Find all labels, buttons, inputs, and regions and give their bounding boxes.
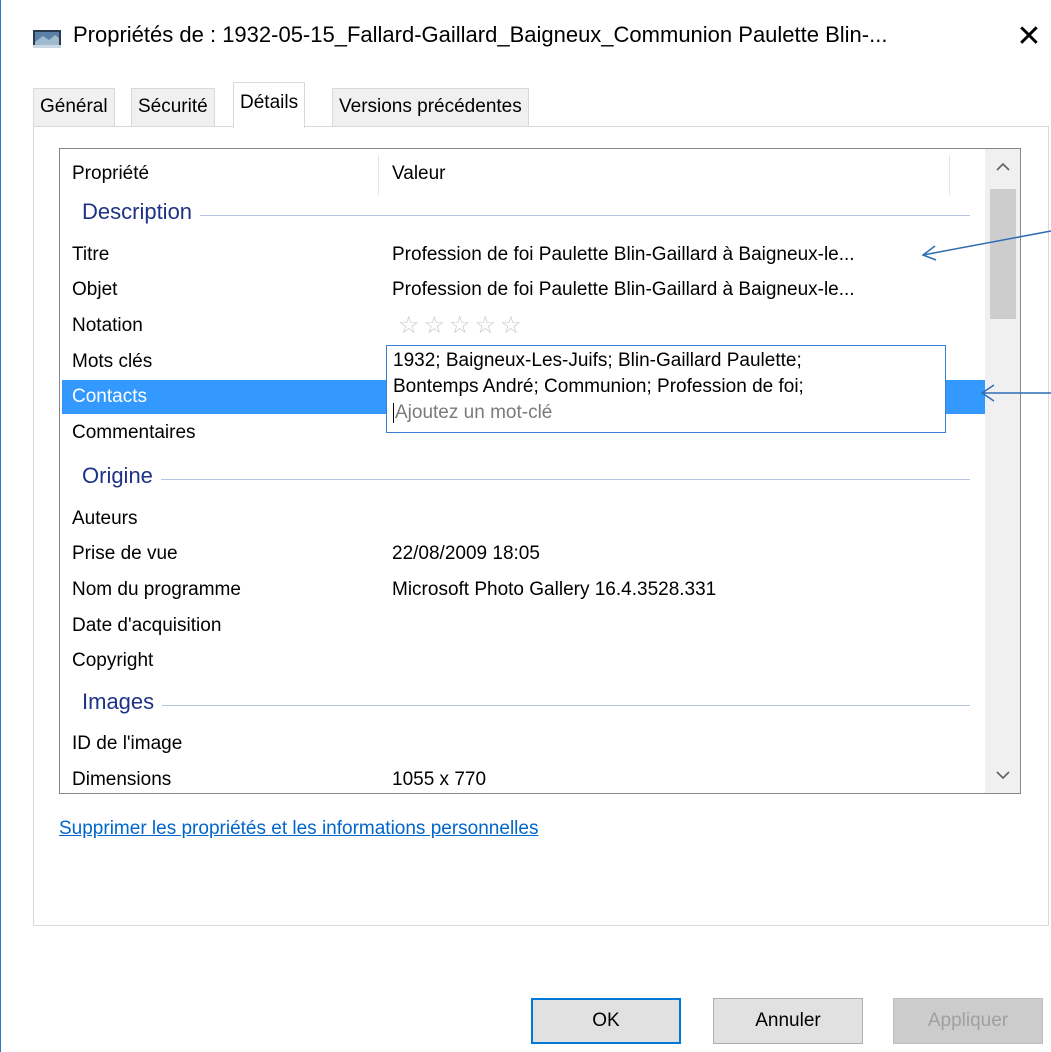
group-divider [82,215,970,216]
tab-security[interactable]: Sécurité [131,88,215,126]
property-name: Nom du programme [72,579,241,600]
chevron-down-icon [995,771,1010,780]
column-property[interactable]: Propriété [60,149,378,199]
group-label: Images [82,689,163,715]
property-name: ID de l'image [72,733,183,754]
row-acquisition-date[interactable]: Date d'acquisition [62,609,985,643]
column-header: Propriété Valeur [60,149,985,199]
apply-button: Appliquer [893,998,1043,1044]
row-subject[interactable]: Objet Profession de foi Paulette Blin-Ga… [62,273,985,307]
row-title[interactable]: Titre Profession de foi Paulette Blin-Ga… [62,238,985,272]
row-authors[interactable]: Auteurs [62,502,985,536]
row-dimensions[interactable]: Dimensions 1055 x 770 [62,763,985,793]
star-rating[interactable]: ☆☆☆☆☆ [398,309,526,343]
photo-file-icon [33,30,61,48]
property-value[interactable]: Microsoft Photo Gallery 16.4.3528.331 [392,573,716,607]
close-button[interactable]: ✕ [1011,18,1047,58]
keyword-placeholder: Ajoutez un mot-clé [395,402,553,423]
keyword-line: Bontemps André; Communion; Profession de… [393,376,804,397]
keywords-editor[interactable]: 1932; Baigneux-Les-Juifs; Blin-Gaillard … [386,345,946,433]
remove-properties-link[interactable]: Supprimer les propriétés et les informat… [59,818,538,840]
text-caret [393,402,394,423]
ok-button[interactable]: OK [531,998,681,1044]
tab-details[interactable]: Détails [233,82,306,128]
column-divider[interactable] [378,155,379,195]
property-name: Prise de vue [72,543,178,564]
properties-dialog: Propriétés de : 1932-05-15_Fallard-Gaill… [0,0,1051,1052]
group-origin: Origine [60,463,985,497]
group-description: Description [60,199,985,233]
row-copyright[interactable]: Copyright [62,644,985,678]
property-name: Auteurs [72,508,138,529]
group-images: Images [60,689,985,723]
column-divider[interactable] [949,155,950,195]
property-name: Notation [72,315,143,336]
keyword-line: 1932; Baigneux-Les-Juifs; Blin-Gaillard … [393,350,802,371]
property-name: Copyright [72,650,154,671]
property-name: Date d'acquisition [72,615,222,636]
window-title: Propriétés de : 1932-05-15_Fallard-Gaill… [73,22,888,47]
property-value[interactable]: 1055 x 770 [392,763,486,793]
column-value[interactable]: Valeur [380,149,950,199]
group-divider [82,705,970,706]
title-bar[interactable]: Propriétés de : 1932-05-15_Fallard-Gaill… [1,0,1051,76]
property-name: Objet [72,279,118,300]
property-name: Titre [72,244,110,265]
tab-general[interactable]: Général [33,88,115,126]
chevron-up-icon [995,162,1010,171]
property-name: Mots clés [72,351,153,372]
properties-list[interactable]: Propriété Valeur Description Titre Profe… [59,148,1021,794]
property-value[interactable]: Profession de foi Paulette Blin-Gaillard… [392,238,855,272]
scroll-up-button[interactable] [985,149,1020,185]
annotation-arrow-icon [921,230,1051,261]
cancel-button[interactable]: Annuler [713,998,863,1044]
close-icon: ✕ [1016,20,1042,53]
group-label: Origine [82,463,161,489]
property-value[interactable]: 22/08/2009 18:05 [392,537,540,571]
group-label: Description [82,199,201,225]
row-rating[interactable]: Notation ☆☆☆☆☆ [62,309,985,343]
row-image-id[interactable]: ID de l'image [62,727,985,761]
scroll-down-button[interactable] [985,757,1020,793]
row-program-name[interactable]: Nom du programme Microsoft Photo Gallery… [62,573,985,607]
tab-previous-versions[interactable]: Versions précédentes [332,88,529,126]
annotation-arrow-icon [980,384,1051,402]
property-value[interactable]: Profession de foi Paulette Blin-Gaillard… [392,273,855,307]
group-divider [82,479,970,480]
property-name: Dimensions [72,769,172,790]
row-date-taken[interactable]: Prise de vue 22/08/2009 18:05 [62,537,985,571]
property-name: Contacts [72,386,147,407]
property-name: Commentaires [72,422,196,443]
